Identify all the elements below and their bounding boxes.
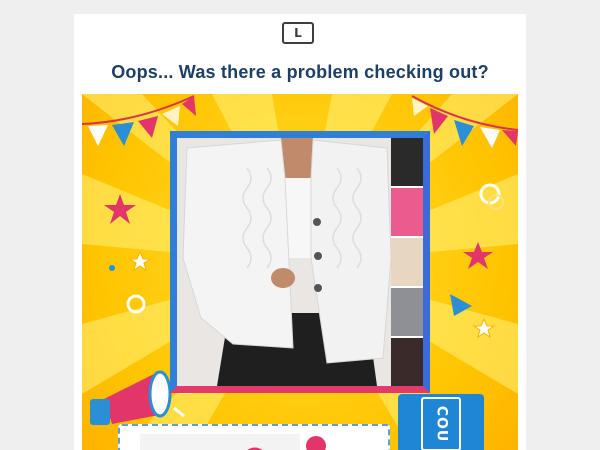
brand-logo[interactable]: L — [282, 22, 314, 44]
thumbnail-beige — [391, 238, 423, 286]
product-thumbnail-strip — [391, 138, 423, 386]
coupon-label: COU — [433, 405, 450, 443]
thumbnail-black — [391, 138, 423, 186]
product-image[interactable] — [177, 138, 423, 386]
product-image-frame[interactable] — [170, 131, 430, 393]
blazer-illustration — [177, 138, 423, 386]
coupon-ticket[interactable] — [118, 424, 390, 450]
coupon-label-box: COU — [421, 397, 461, 450]
dot-icon — [109, 265, 115, 271]
coupon-tag[interactable]: COU — [398, 394, 484, 450]
hero-banner[interactable]: COU — [82, 94, 518, 450]
page-title: Oops... Was there a problem checking out… — [111, 62, 489, 82]
email-container: L Oops... Was there a problem checking o… — [74, 14, 526, 450]
thumbnail-dark — [391, 338, 423, 386]
coupon-ticket-art — [140, 434, 326, 450]
thumbnail-pink — [391, 188, 423, 236]
thumbnail-gray — [391, 288, 423, 336]
